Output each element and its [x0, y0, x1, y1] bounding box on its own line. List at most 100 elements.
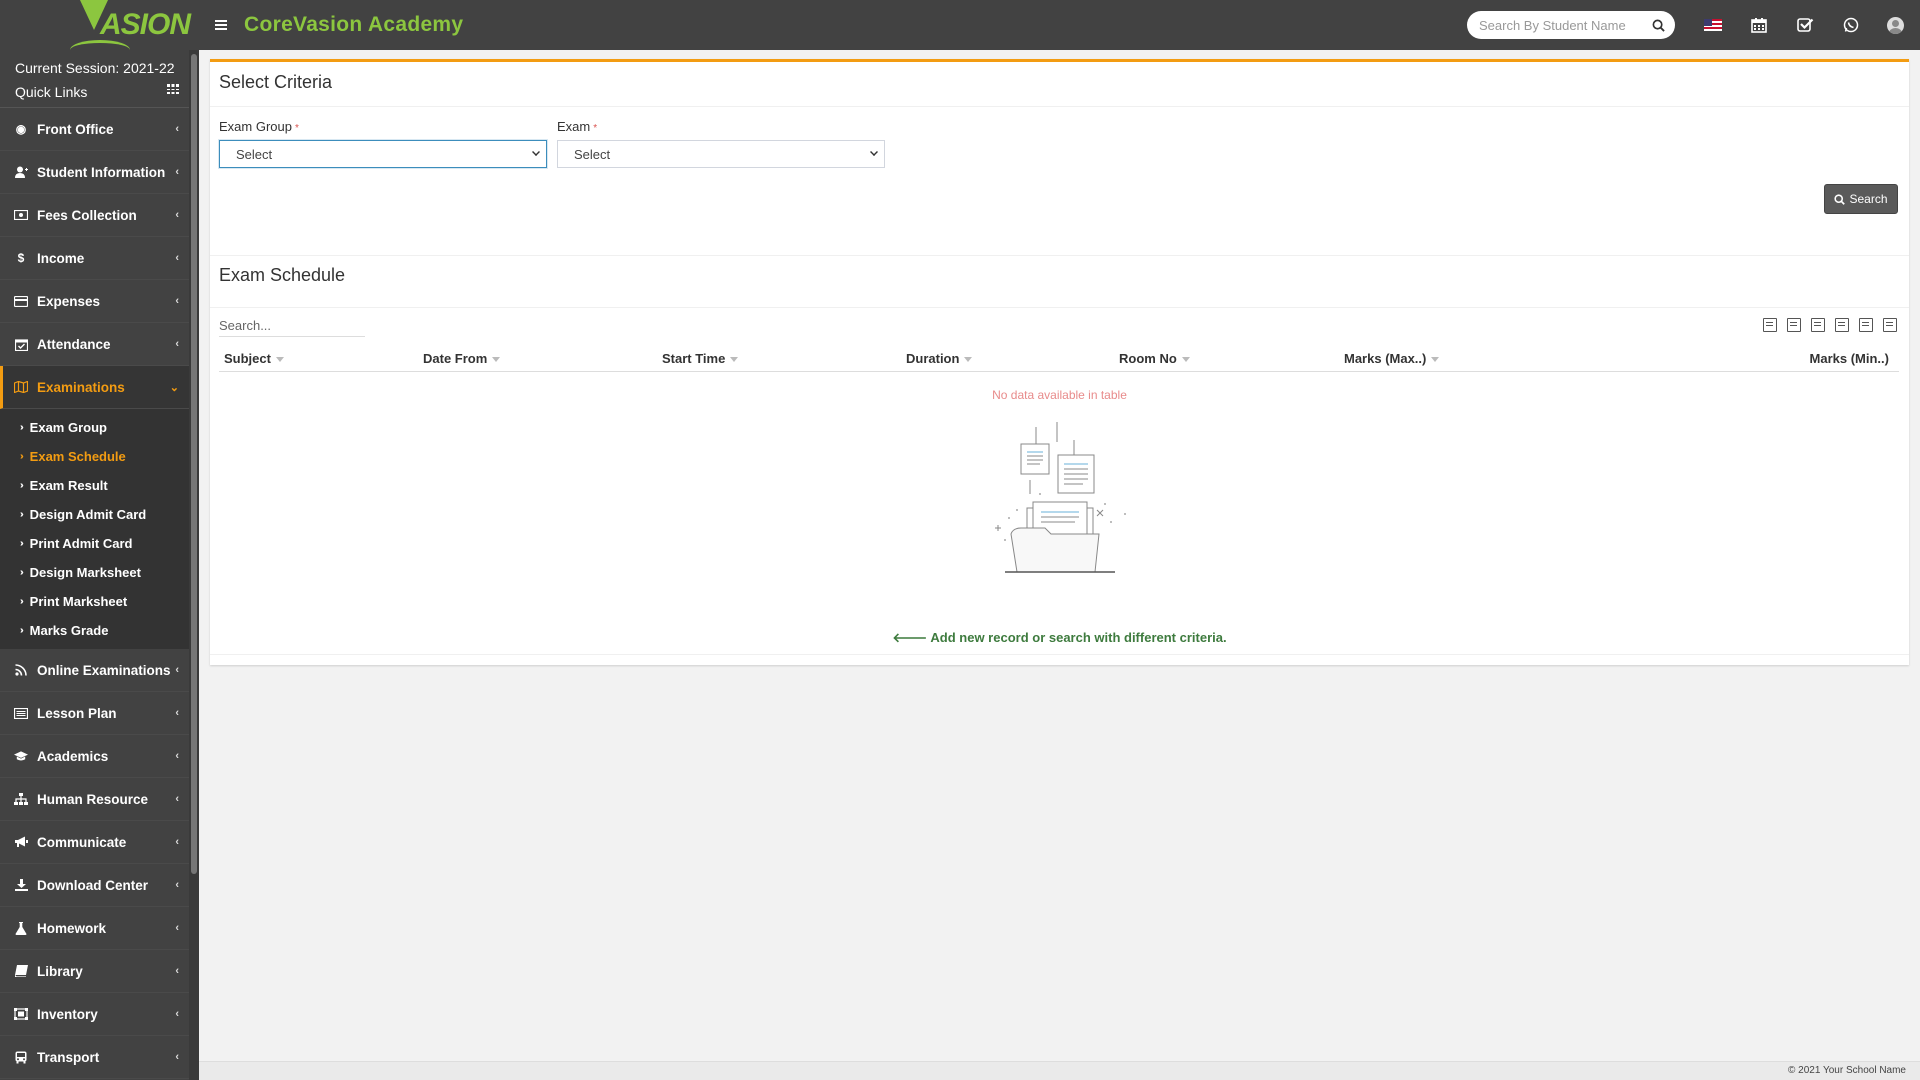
chevron-down-icon: [870, 148, 878, 156]
mortar-board-icon: [14, 749, 28, 763]
submenu-exam-schedule[interactable]: ›› Exam Schedule: [0, 442, 189, 471]
column-marks-min[interactable]: Marks (Min..): [1810, 351, 1889, 366]
sidebar-item-download-center[interactable]: Download Center ‹: [0, 864, 189, 907]
sidebar-item-human-resource[interactable]: Human Resource ‹: [0, 778, 189, 821]
chevron-left-icon: ‹: [175, 922, 179, 934]
sidebar-item-inventory[interactable]: Inventory ‹: [0, 993, 189, 1036]
divider: [210, 255, 1909, 256]
sidebar-item-communicate[interactable]: Communicate ‹: [0, 821, 189, 864]
double-chevron-icon: ››: [20, 451, 23, 462]
download-icon: [14, 878, 28, 892]
exam-select[interactable]: Select: [557, 140, 885, 168]
sidebar-item-academics[interactable]: Academics ‹: [0, 735, 189, 778]
book-icon: [14, 964, 28, 978]
column-marks-max[interactable]: Marks (Max..): [1344, 351, 1440, 366]
sidebar-scrollbar[interactable]: [189, 50, 199, 1080]
sidebar-item-income[interactable]: $ Income ‹: [0, 237, 189, 280]
submenu-marks-grade[interactable]: ›› Marks Grade: [0, 616, 189, 645]
sort-icon: [1181, 357, 1190, 363]
divider: [210, 307, 1909, 308]
us-flag-icon[interactable]: [1703, 15, 1723, 35]
menu-toggle-icon[interactable]: [215, 20, 227, 30]
sidebar-item-online-examinations[interactable]: Online Examinations ‹: [0, 649, 189, 692]
double-chevron-icon: ››: [20, 509, 23, 520]
footer: © 2021 Your School Name: [199, 1061, 1920, 1080]
column-subject[interactable]: Subject: [224, 351, 284, 366]
column-start-time[interactable]: Start Time: [662, 351, 739, 366]
columns-icon[interactable]: [1883, 318, 1897, 332]
scrollbar-thumb[interactable]: [191, 54, 197, 874]
sort-icon: [1431, 357, 1440, 363]
dollar-icon: $: [17, 251, 25, 265]
chevron-left-icon: ‹: [175, 1051, 179, 1063]
add-record-hint: 🡐 Add new record or search with differen…: [892, 630, 1227, 645]
copy-icon[interactable]: [1763, 318, 1777, 332]
quick-links[interactable]: Quick Links: [15, 82, 181, 106]
user-avatar-icon[interactable]: [1887, 16, 1904, 34]
calendar-check-icon: [14, 337, 28, 351]
credit-card-icon: [14, 294, 28, 308]
sidebar-item-expenses[interactable]: Expenses ‹: [0, 280, 189, 323]
empty-table-message: No data available in table: [992, 388, 1127, 402]
chevron-left-icon: ‹: [175, 295, 179, 307]
search-button[interactable]: Search: [1824, 184, 1898, 214]
list-alt-icon: [14, 706, 28, 720]
grid-icon[interactable]: [167, 84, 179, 94]
check-square-icon[interactable]: [1795, 15, 1815, 35]
sidebar: Current Session: 2021-22 Quick Links ◉ F…: [0, 50, 199, 1080]
sidebar-item-examinations[interactable]: Examinations ⌄: [0, 366, 189, 409]
logo[interactable]: ASION: [0, 0, 199, 50]
search-icon[interactable]: [1652, 19, 1665, 32]
session-panel: Current Session: 2021-22 Quick Links: [0, 50, 189, 108]
submenu-print-marksheet[interactable]: ›› Print Marksheet: [0, 587, 189, 616]
submenu-exam-result[interactable]: ›› Exam Result: [0, 471, 189, 500]
sidebar-item-front-office[interactable]: ◉ Front Office ‹: [0, 108, 189, 151]
double-chevron-icon: ››: [20, 480, 23, 491]
chevron-left-icon: ‹: [175, 664, 179, 676]
exam-group-select[interactable]: Select: [219, 140, 547, 168]
submenu-design-admit-card[interactable]: ›› Design Admit Card: [0, 500, 189, 529]
required-mark: *: [294, 123, 299, 134]
sort-icon: [730, 357, 739, 363]
sitemap-icon: [14, 792, 28, 806]
chevron-left-icon: ‹: [175, 252, 179, 264]
submenu-print-admit-card[interactable]: ›› Print Admit Card: [0, 529, 189, 558]
csv-icon[interactable]: [1811, 318, 1825, 332]
chevron-left-icon: ‹: [175, 1008, 179, 1020]
sidebar-item-transport[interactable]: Transport ‹: [0, 1036, 189, 1079]
calendar-icon[interactable]: [1749, 15, 1769, 35]
excel-icon[interactable]: [1787, 318, 1801, 332]
table-search-input[interactable]: [219, 315, 365, 337]
sidebar-item-library[interactable]: Library ‹: [0, 950, 189, 993]
student-search-input[interactable]: [1479, 17, 1652, 33]
sidebar-item-attendance[interactable]: Attendance ‹: [0, 323, 189, 366]
column-duration[interactable]: Duration: [906, 351, 973, 366]
exam-schedule-title: Exam Schedule: [219, 265, 346, 285]
search-icon: [1834, 193, 1846, 205]
chevron-down-icon: ⌄: [169, 381, 179, 394]
empty-folder-illustration: [995, 422, 1126, 573]
submenu-exam-group[interactable]: ›› Exam Group: [0, 413, 189, 442]
print-icon[interactable]: [1859, 318, 1873, 332]
chevron-left-icon: ‹: [175, 707, 179, 719]
column-room-no[interactable]: Room No: [1119, 351, 1190, 366]
header-actions: [1467, 0, 1920, 50]
sidebar-item-lesson-plan[interactable]: Lesson Plan ‹: [0, 692, 189, 735]
logo-text: ASION: [100, 8, 191, 41]
pdf-icon[interactable]: [1835, 318, 1849, 332]
table-export-tools: [1763, 318, 1897, 332]
top-header: ASION CoreVasion Academy: [0, 0, 1920, 50]
chevron-left-icon: ‹: [175, 965, 179, 977]
sidebar-item-student-information[interactable]: Student Information ‹: [0, 151, 189, 194]
chevron-down-icon: [532, 148, 540, 156]
arrow-left-icon: 🡐: [892, 630, 931, 645]
sidebar-item-homework[interactable]: Homework ‹: [0, 907, 189, 950]
exam-label: Exam *: [557, 119, 598, 134]
double-chevron-icon: ››: [20, 422, 23, 433]
column-date-from[interactable]: Date From: [423, 351, 501, 366]
submenu-design-marksheet[interactable]: ›› Design Marksheet: [0, 558, 189, 587]
required-mark: *: [593, 123, 598, 134]
sidebar-item-fees-collection[interactable]: Fees Collection ‹: [0, 194, 189, 237]
select-criteria-title: Select Criteria: [219, 72, 333, 92]
whatsapp-icon[interactable]: [1841, 15, 1861, 35]
